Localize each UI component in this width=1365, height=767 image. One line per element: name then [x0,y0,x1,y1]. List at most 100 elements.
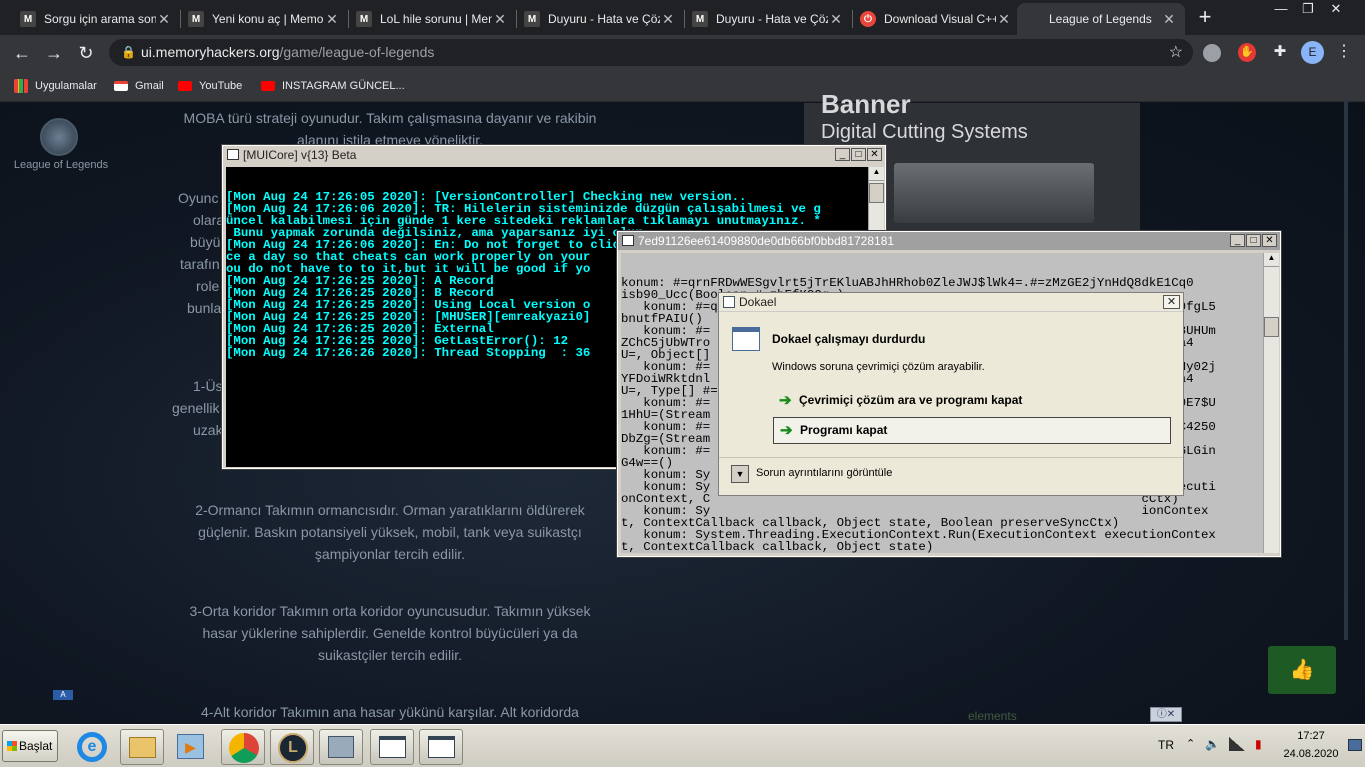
console-title: 7ed91126ee61409880de0db66bf0bbd81728181 [638,234,895,248]
close-icon[interactable]: ✕ [660,11,676,28]
file-explorer-icon[interactable] [120,729,164,765]
bookmark-label: YouTube [199,80,243,92]
chrome-icon[interactable] [221,729,265,765]
league-logo-icon[interactable] [40,118,78,156]
profile-avatar[interactable]: E [1301,41,1324,64]
url-path: /game/league-of-legends [279,44,435,60]
option-label: Programı kapat [800,423,888,437]
dialog-titlebar[interactable]: Dokael ✕ [719,293,1183,312]
league-client-icon[interactable]: L [270,729,314,765]
bookmark-apps[interactable]: Uygulamalar [14,77,97,95]
restore-icon[interactable]: ❐ [1294,0,1322,18]
text-fragment: role [196,278,220,294]
tab-title: Download Visual C++ [884,12,996,26]
tab-title: LoL hile sorunu | Mem [380,12,492,26]
option-label: Çevrimiçi çözüm ara ve programı kapat [799,393,1023,407]
chevron-down-icon[interactable]: ▼ [731,465,749,483]
close-icon[interactable]: ✕ [156,11,172,28]
close-icon[interactable]: ✕ [996,11,1012,28]
tray-chevron-up-icon[interactable]: ⌃ [1186,737,1195,750]
back-arrow-icon[interactable]: ← [8,39,36,67]
forward-arrow-icon[interactable]: → [40,39,68,67]
browser-tab[interactable]: M Yeni konu aç | Memor ✕ [180,3,348,35]
console-titlebar[interactable]: 7ed91126ee61409880de0db66bf0bbd81728181 … [618,232,1280,250]
close-icon[interactable]: ✕ [1163,295,1180,309]
browser-tab[interactable]: M LoL hile sorunu | Mem ✕ [348,3,516,35]
browser-tab-active[interactable]: League of Legends ✕ [1017,3,1185,35]
browser-tab[interactable]: M Duyuru - Hata ve Çöz ✕ [516,3,684,35]
search-online-close-button[interactable]: ➔ Çevrimiçi çözüm ara ve programı kapat [773,388,1171,415]
tab-title: Duyuru - Hata ve Çöz [548,12,660,26]
browser-tab-strip: M Sorgu için arama sonu ✕ M Yeni konu aç… [0,0,1365,35]
address-bar[interactable]: 🔒 ui.memoryhackers.org/game/league-of-le… [109,39,1193,66]
apps-grid-icon [14,79,28,93]
console-task-icon[interactable] [370,729,414,765]
scroll-thumb[interactable] [1264,317,1279,337]
console-task-icon[interactable] [419,729,463,765]
adblock-hand-icon[interactable]: ✋ [1238,43,1256,62]
settings-app-icon[interactable] [319,729,363,765]
clock-time[interactable]: 17:27 [1276,730,1346,742]
maximize-icon[interactable]: □ [1246,234,1261,247]
minimize-icon[interactable]: — [1267,0,1295,18]
battery-warning-icon[interactable]: ▮ [1255,737,1262,751]
paragraph-line: 2-Ormancı Takımın ormancısıdır. Orman ya… [195,502,585,518]
ad-info-close-icon[interactable]: ⓘ✕ [1150,707,1182,722]
green-arrow-icon: ➔ [780,422,793,439]
lock-icon: 🔒 [121,45,136,59]
bookmark-youtube[interactable]: YouTube [178,77,242,95]
scroll-up-icon[interactable]: ▲ [1264,253,1279,267]
ad-headline: Banner [821,89,911,119]
tab-title: Yeni konu aç | Memor [212,12,324,26]
cutting-machine-image [894,163,1094,223]
green-arrow-icon: ➔ [779,392,792,409]
console-scrollbar[interactable]: ▲ [1263,253,1279,553]
volume-icon[interactable]: 🔈 [1205,737,1220,751]
crash-dialog[interactable]: Dokael ✕ Dokael çalışmayı durdurdu Windo… [718,292,1184,496]
new-tab-plus-icon[interactable]: + [1193,5,1217,29]
console-titlebar[interactable]: [MUICore] v{13} Beta _ □ ✕ [223,146,885,164]
show-desktop-icon[interactable] [1348,739,1362,751]
extensions-puzzle-icon[interactable]: ✚ [1270,41,1290,63]
browser-tab[interactable]: M Duyuru - Hata ve Çöz ✕ [684,3,852,35]
internet-explorer-icon[interactable]: e [71,729,115,765]
console-app-icon [622,235,634,246]
url-host: ui.memoryhackers.org [141,44,280,60]
extension-circle-icon[interactable] [1203,44,1221,62]
text-fragment: uzak [193,422,223,438]
menu-kebab-icon[interactable]: ⋮ [1336,40,1352,64]
thumbs-up-button[interactable]: 👍 [1268,646,1336,694]
close-icon[interactable]: ✕ [1161,11,1177,28]
page-scrollbar[interactable] [1344,100,1348,640]
close-window-icon[interactable]: ✕ [1322,0,1350,18]
close-icon[interactable]: ✕ [867,148,882,161]
close-icon[interactable]: ✕ [1262,234,1277,247]
media-player-icon[interactable]: ▶ [169,729,213,765]
network-signal-icon[interactable] [1229,737,1245,751]
minimize-icon[interactable]: _ [835,148,850,161]
reload-icon[interactable]: ↻ [72,39,100,67]
scroll-thumb[interactable] [869,183,884,203]
bookmark-instagram[interactable]: INSTAGRAM GÜNCEL... [261,77,405,95]
maximize-icon[interactable]: □ [851,148,866,161]
start-button[interactable]: Başlat [2,730,58,762]
view-problem-details-link[interactable]: Sorun ayrıntılarını görüntüle [756,467,892,479]
language-badge[interactable]: A [53,690,73,700]
browser-tab[interactable]: ⏻ Download Visual C++ ✕ [852,3,1020,35]
scroll-up-icon[interactable]: ▲ [869,167,884,181]
language-indicator[interactable]: TR [1158,738,1174,752]
bookmark-gmail[interactable]: Gmail [114,77,164,95]
close-program-button[interactable]: ➔ Programı kapat [773,417,1171,444]
paragraph-line: güçlenir. Baskın potansiyeli yüksek, mob… [198,524,582,540]
dialog-app-icon [723,296,735,308]
logo-label[interactable]: League of Legends [8,159,114,171]
bookmark-star-icon[interactable]: ☆ [1169,39,1183,66]
ad-footer-text: elements [968,709,1017,723]
close-icon[interactable]: ✕ [492,11,508,28]
browser-tab[interactable]: M Sorgu için arama sonu ✕ [12,3,180,35]
minimize-icon[interactable]: _ [1230,234,1245,247]
clock-date[interactable]: 24.08.2020 [1276,748,1346,760]
memoryhackers-favicon-icon: M [524,11,540,27]
close-icon[interactable]: ✕ [324,11,340,28]
close-icon[interactable]: ✕ [828,11,844,28]
